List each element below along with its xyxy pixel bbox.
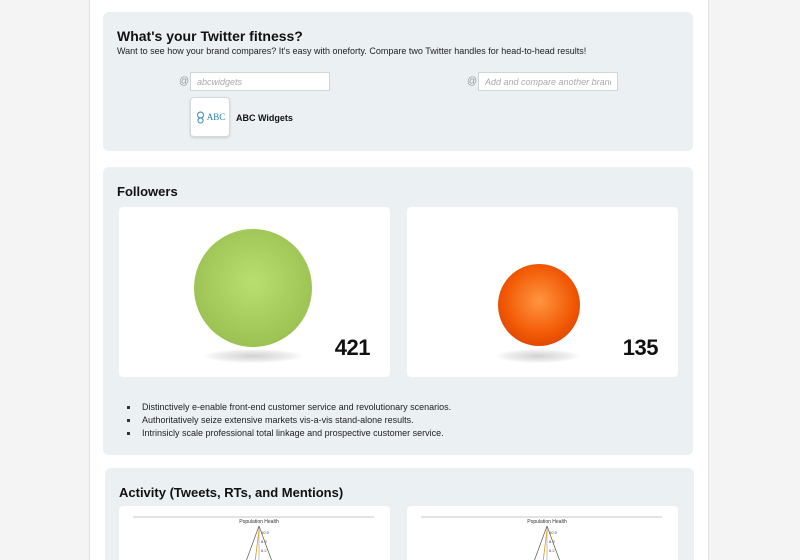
tick-label: 6.2: [261, 548, 267, 553]
followers-card-left: 421: [119, 207, 390, 377]
handle-input-primary[interactable]: [190, 72, 330, 91]
activity-panel: Activity (Tweets, RTs, and Mentions) Pop…: [105, 468, 694, 560]
activity-chart-left: Population Health 10.9 8.3 6.2: [119, 506, 390, 560]
fitness-subtitle: Want to see how your brand compares? It'…: [117, 46, 587, 56]
followers-panel: Followers 421 135 Distinctively e-enable…: [103, 167, 693, 455]
fitness-panel: What's your Twitter fitness? Want to see…: [103, 12, 693, 151]
radar-chart-right: Population Health 10.9 8.3 6.2: [421, 516, 662, 560]
follower-ball-right: [498, 264, 580, 346]
page: What's your Twitter fitness? Want to see…: [89, 0, 709, 560]
list-item: Intrinsicly scale professional total lin…: [127, 427, 451, 440]
follower-count-left: 421: [334, 335, 371, 360]
fitness-title: What's your Twitter fitness?: [117, 28, 303, 44]
brand-logo[interactable]: ABC: [190, 97, 230, 137]
list-item: Authoritatively seize extensive markets …: [127, 414, 451, 427]
tick-label: 6.2: [549, 548, 555, 553]
handle-input-compare[interactable]: [478, 72, 618, 91]
brand-logo-text: ABC: [206, 112, 226, 122]
tick-label: 8.3: [261, 539, 267, 544]
follower-ball-left: [194, 229, 312, 347]
followers-card-right: 135: [407, 207, 678, 377]
tick-label: 8.3: [549, 539, 555, 544]
ball-shadow: [496, 349, 580, 363]
brand-mascot-icon: [196, 111, 204, 124]
followers-title: Followers: [117, 184, 178, 199]
chart-label: Population Health: [239, 519, 279, 525]
at-prefix-2: @: [467, 76, 478, 87]
follower-count-right: 135: [622, 335, 659, 360]
brand-name: ABC Widgets: [236, 113, 293, 123]
ball-shadow: [203, 349, 303, 363]
radar-chart-left: Population Health 10.9 8.3 6.2: [133, 516, 374, 560]
tick-label: 10.9: [261, 530, 270, 535]
activity-chart-right: Population Health 10.9 8.3 6.2: [407, 506, 678, 560]
tick-label: 10.9: [549, 530, 558, 535]
list-item: Distinctively e-enable front-end custome…: [127, 401, 451, 414]
at-prefix-1: @: [179, 76, 190, 87]
followers-notes: Distinctively e-enable front-end custome…: [127, 401, 451, 440]
activity-title: Activity (Tweets, RTs, and Mentions): [119, 485, 344, 500]
chart-label: Population Health: [527, 519, 567, 525]
